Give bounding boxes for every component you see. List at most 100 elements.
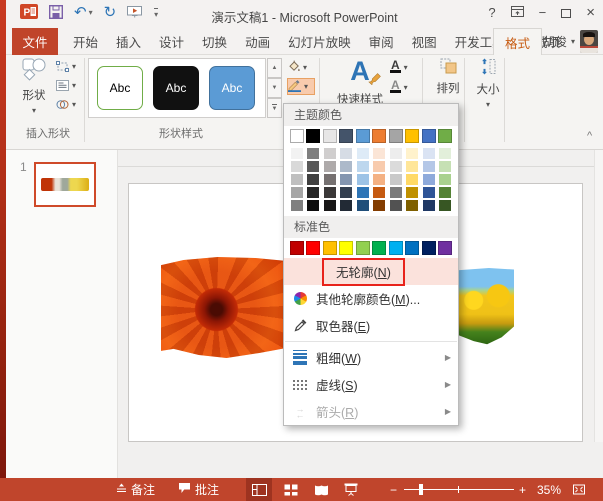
theme-variant-swatch-9-4[interactable] <box>422 186 436 199</box>
gallery-scroll-down-icon[interactable]: ▼ <box>267 78 282 98</box>
standard-color-swatch-5[interactable] <box>356 241 370 255</box>
theme-variant-swatch-10-5[interactable] <box>438 199 452 212</box>
theme-variant-swatch-8-3[interactable] <box>405 173 419 186</box>
standard-color-swatch-6[interactable] <box>372 241 386 255</box>
avatar[interactable] <box>580 30 598 53</box>
shape-fill-button[interactable]: ▾ <box>287 59 315 76</box>
text-outline-button[interactable]: A▾ <box>390 81 408 93</box>
theme-variant-swatch-8-5[interactable] <box>405 199 419 212</box>
shape-style-preset-1[interactable]: Abc <box>97 66 143 110</box>
shape-style-preset-3[interactable]: Abc <box>209 66 255 110</box>
theme-variant-swatch-2-1[interactable] <box>306 147 320 160</box>
standard-color-swatch-2[interactable] <box>306 241 320 255</box>
standard-color-swatch-7[interactable] <box>389 241 403 255</box>
gallery-more-icon[interactable]: ▼ <box>267 98 282 118</box>
shapes-button[interactable]: 形状 ▾ <box>14 58 54 115</box>
minimize-icon[interactable]: − <box>539 5 547 21</box>
theme-variant-swatch-2-5[interactable] <box>306 199 320 212</box>
shape-style-preset-2[interactable]: Abc <box>153 66 199 110</box>
theme-variant-swatch-1-2[interactable] <box>290 160 304 173</box>
standard-color-swatch-10[interactable] <box>438 241 452 255</box>
ribbon-display-options-icon[interactable] <box>511 5 524 21</box>
slide-thumbnail[interactable] <box>34 162 96 207</box>
theme-color-swatch-5[interactable] <box>356 129 370 143</box>
vertical-scrollbar[interactable] <box>594 150 603 442</box>
comments-toggle[interactable]: 批注 <box>178 478 219 501</box>
collapse-ribbon-icon[interactable]: ^ <box>582 128 597 144</box>
theme-color-swatch-4[interactable] <box>339 129 353 143</box>
shape-outline-button[interactable]: ▾ <box>287 78 315 95</box>
theme-variant-swatch-5-4[interactable] <box>356 186 370 199</box>
ribbon-tab-5[interactable]: 动画 <box>236 28 279 55</box>
theme-variant-swatch-9-5[interactable] <box>422 199 436 212</box>
size-button[interactable]: 大小 ▾ <box>468 58 508 109</box>
ribbon-tab-3[interactable]: 设计 <box>150 28 193 55</box>
standard-color-swatch-9[interactable] <box>422 241 436 255</box>
theme-variant-swatch-10-2[interactable] <box>438 160 452 173</box>
theme-variant-swatch-6-3[interactable] <box>372 173 386 186</box>
quick-styles-button[interactable]: A 快速样式 <box>324 58 396 107</box>
theme-color-swatch-2[interactable] <box>306 129 320 143</box>
menu-item-m[interactable]: 其他轮廓颜色(M)... <box>284 285 458 312</box>
theme-variant-swatch-3-3[interactable] <box>323 173 337 186</box>
theme-color-swatch-3[interactable] <box>323 129 337 143</box>
theme-variant-swatch-4-2[interactable] <box>339 160 353 173</box>
theme-variant-swatch-7-3[interactable] <box>389 173 403 186</box>
theme-variant-swatch-5-3[interactable] <box>356 173 370 186</box>
theme-variant-swatch-2-4[interactable] <box>306 186 320 199</box>
theme-variant-swatch-8-4[interactable] <box>405 186 419 199</box>
zoom-in-button[interactable]: + <box>519 478 526 501</box>
theme-color-swatch-6[interactable] <box>372 129 386 143</box>
tab-file[interactable]: 文件 <box>12 28 58 55</box>
theme-variant-swatch-1-1[interactable] <box>290 147 304 160</box>
theme-variant-swatch-4-3[interactable] <box>339 173 353 186</box>
ribbon-tab-1[interactable]: 开始 <box>64 28 107 55</box>
menu-item-n[interactable]: 无轮廓(N) <box>284 258 458 285</box>
theme-variant-swatch-1-4[interactable] <box>290 186 304 199</box>
fit-to-window-button[interactable] <box>567 478 591 501</box>
theme-variant-swatch-10-1[interactable] <box>438 147 452 160</box>
close-icon[interactable]: × <box>586 5 595 21</box>
zoom-percentage[interactable]: 35% <box>537 478 561 501</box>
theme-variant-swatch-7-5[interactable] <box>389 199 403 212</box>
theme-variant-swatch-4-4[interactable] <box>339 186 353 199</box>
theme-color-swatch-9[interactable] <box>422 129 436 143</box>
theme-variant-swatch-5-2[interactable] <box>356 160 370 173</box>
standard-color-swatch-3[interactable] <box>323 241 337 255</box>
standard-color-swatch-1[interactable] <box>290 241 304 255</box>
gallery-scroll-up-icon[interactable]: ▲ <box>267 58 282 78</box>
theme-variant-swatch-1-5[interactable] <box>290 199 304 212</box>
menu-item-e[interactable]: 取色器(E) <box>284 312 458 339</box>
theme-variant-swatch-7-2[interactable] <box>389 160 403 173</box>
standard-color-swatch-8[interactable] <box>405 241 419 255</box>
user-account[interactable]: 胡俊 ▾ <box>543 28 575 55</box>
theme-variant-swatch-6-1[interactable] <box>372 147 386 160</box>
theme-variant-swatch-2-2[interactable] <box>306 160 320 173</box>
theme-variant-swatch-4-1[interactable] <box>339 147 353 160</box>
edit-shape-button[interactable]: ▾ <box>56 61 76 72</box>
theme-variant-swatch-7-4[interactable] <box>389 186 403 199</box>
orange-flower-image[interactable] <box>161 257 287 358</box>
yellow-tulips-image[interactable] <box>458 268 514 345</box>
theme-color-swatch-1[interactable] <box>290 129 304 143</box>
theme-color-swatch-7[interactable] <box>389 129 403 143</box>
theme-variant-swatch-10-4[interactable] <box>438 186 452 199</box>
theme-variant-swatch-1-3[interactable] <box>290 173 304 186</box>
theme-variant-swatch-8-1[interactable] <box>405 147 419 160</box>
text-fill-button[interactable]: A▾ <box>390 61 408 73</box>
theme-variant-swatch-10-3[interactable] <box>438 173 452 186</box>
arrange-button[interactable]: 排列 <box>428 58 468 96</box>
ribbon-tab-6[interactable]: 幻灯片放映 <box>279 28 360 55</box>
zoom-slider-thumb[interactable] <box>419 484 423 495</box>
theme-variant-swatch-9-3[interactable] <box>422 173 436 186</box>
theme-variant-swatch-7-1[interactable] <box>389 147 403 160</box>
theme-variant-swatch-5-1[interactable] <box>356 147 370 160</box>
theme-variant-swatch-4-5[interactable] <box>339 199 353 212</box>
theme-color-swatch-8[interactable] <box>405 129 419 143</box>
reading-view-button[interactable] <box>308 478 334 501</box>
tab-format-active[interactable]: 格式 <box>493 28 542 55</box>
text-box-button[interactable]: ▾ <box>56 80 76 91</box>
theme-variant-swatch-6-5[interactable] <box>372 199 386 212</box>
zoom-out-button[interactable]: − <box>390 478 397 501</box>
standard-color-swatch-4[interactable] <box>339 241 353 255</box>
